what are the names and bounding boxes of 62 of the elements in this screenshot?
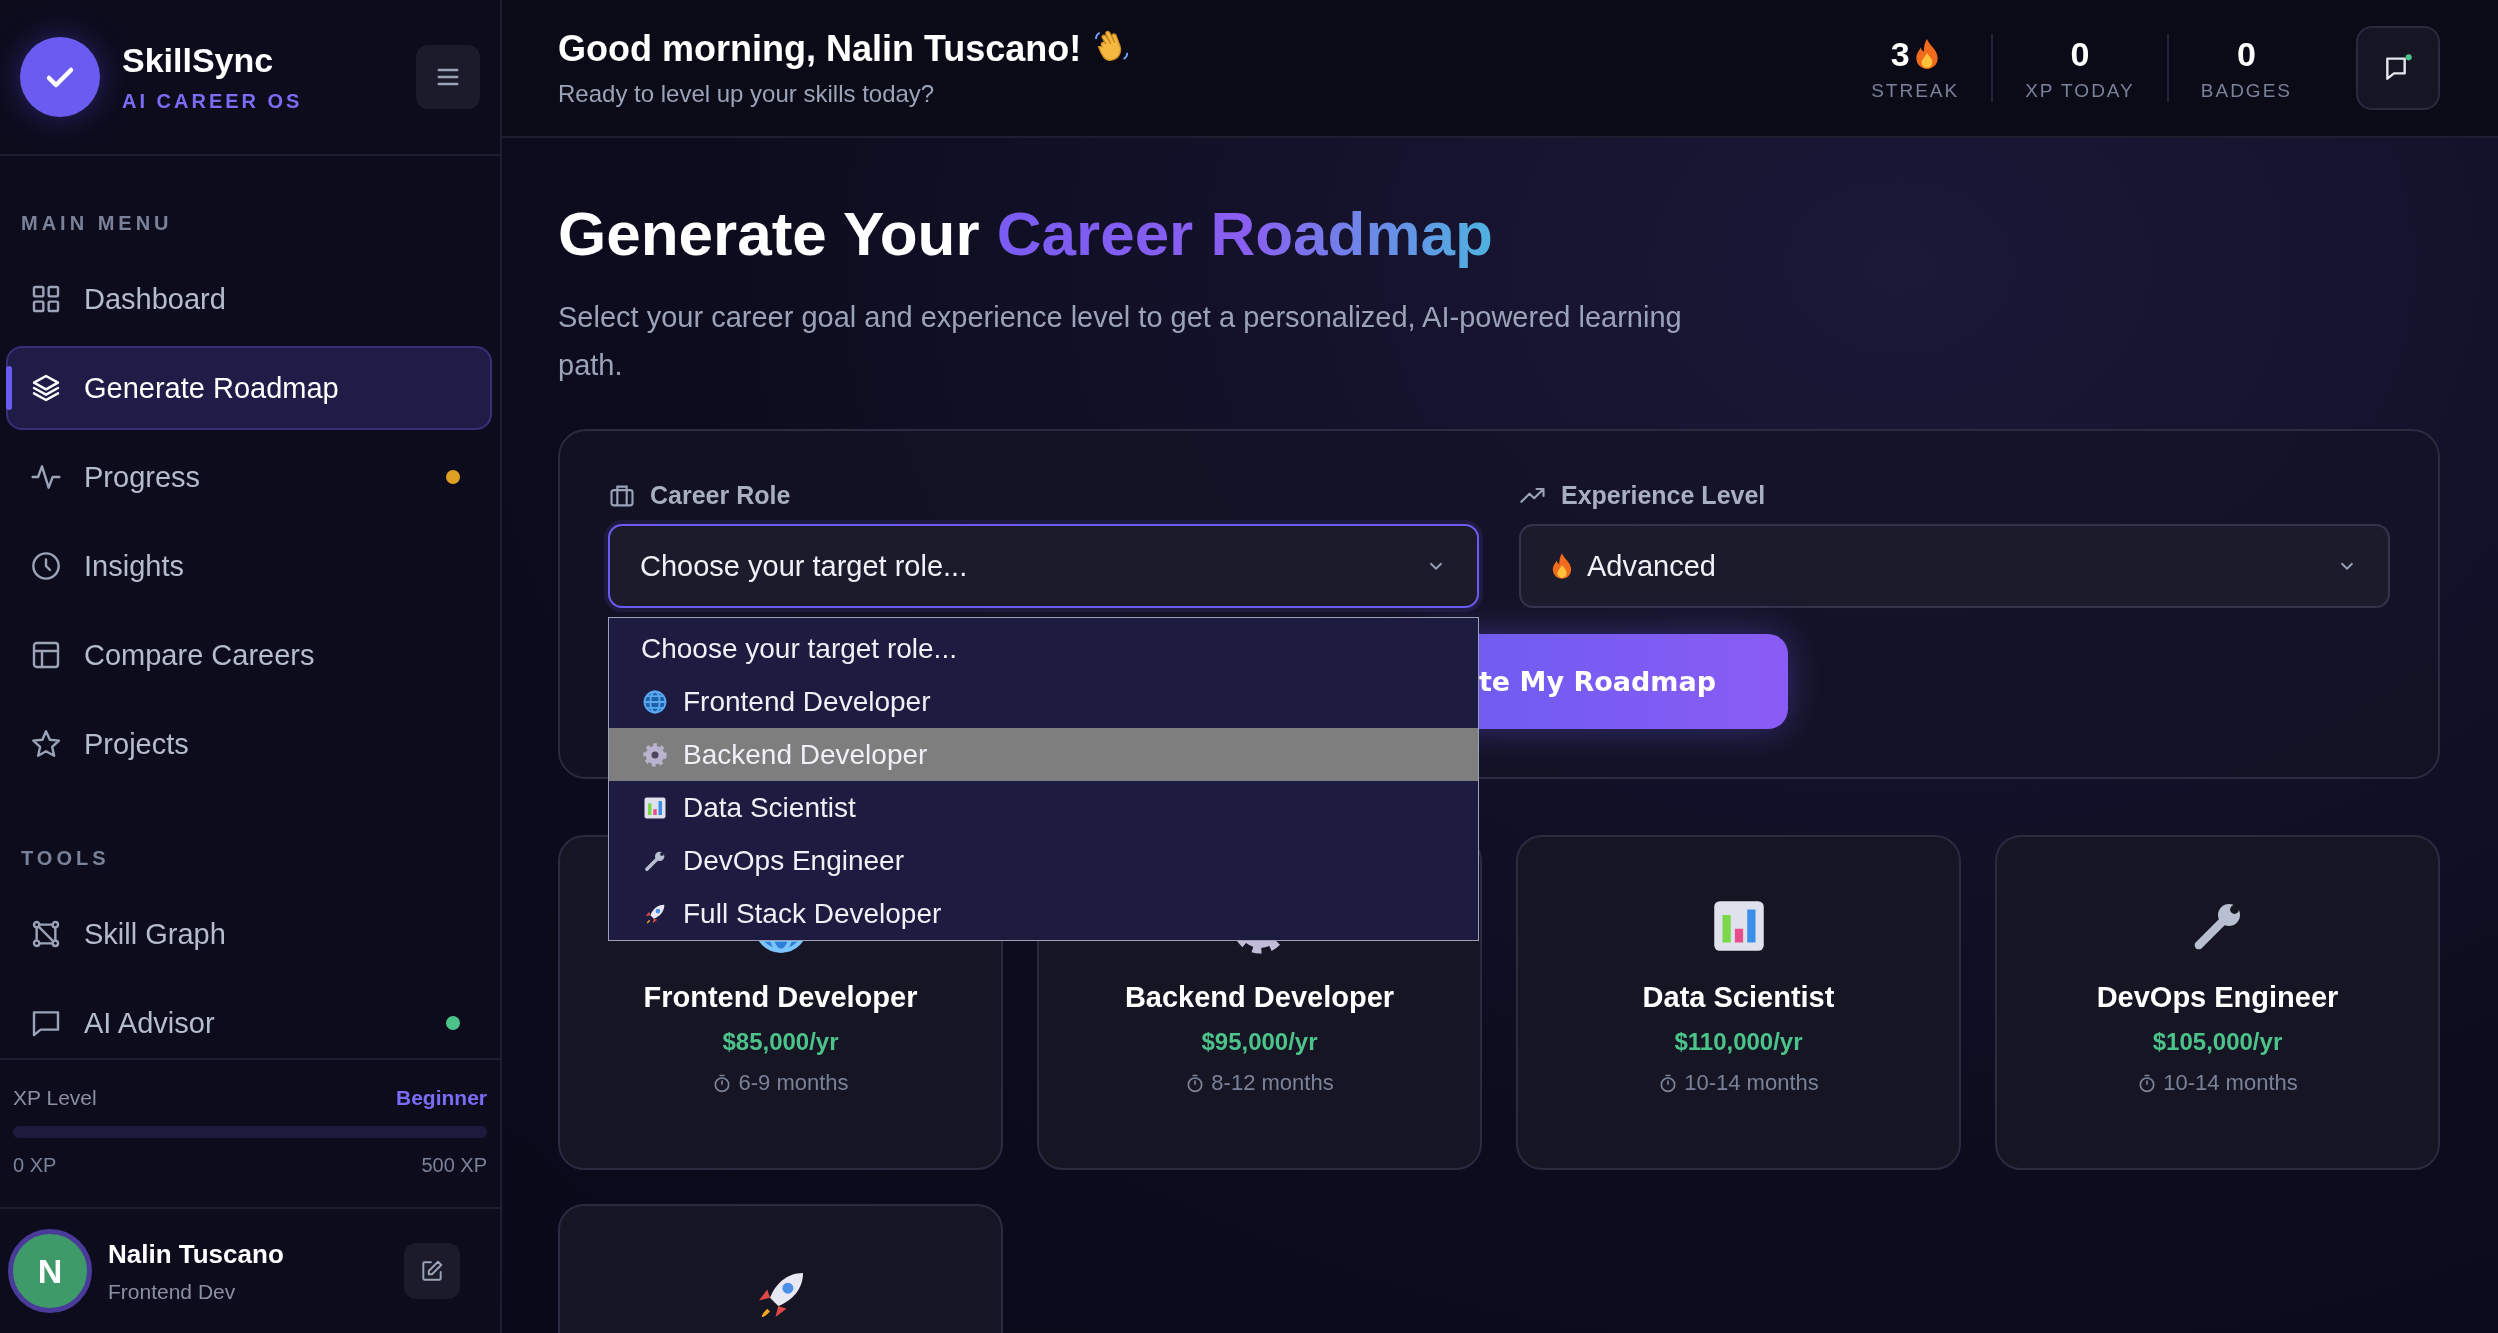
career-card[interactable]: DevOps Engineer $105,000/yr 10-14 months (1995, 835, 2440, 1170)
xp-max: 500 XP (421, 1154, 487, 1177)
stat-value: 0 (2070, 34, 2090, 74)
career-name: Backend Developer (1124, 981, 1395, 1014)
career-name: Data Scientist (1642, 981, 1835, 1014)
greeting-subtitle: Ready to level up your skills today? (558, 80, 936, 108)
xp-min: 0 XP (13, 1154, 57, 1177)
brand-tagline: AI CAREER OS (122, 90, 304, 113)
career-salary: $105,000/yr (2152, 1028, 2283, 1056)
career-card[interactable]: Data Scientist $110,000/yr 10-14 months (1516, 835, 1961, 1170)
gear-icon (641, 740, 669, 769)
greeting: Good morning, Nalin Tuscano! (558, 28, 1082, 70)
xp-label: XP Level (13, 1086, 97, 1110)
table-icon (30, 639, 62, 671)
field-label: Experience Level (1561, 481, 1766, 510)
nav-item[interactable]: Insights (6, 524, 492, 608)
grid-icon (30, 283, 62, 315)
nav-item[interactable]: AI Advisor (6, 981, 492, 1058)
brand-name: SkillSync (122, 41, 275, 80)
nav-item[interactable]: Dashboard (6, 257, 492, 341)
graph-icon (30, 918, 62, 950)
field-label: Career Role (650, 481, 791, 510)
career-duration: 6-9 months (738, 1070, 849, 1096)
stat-value: 0 (2236, 34, 2256, 74)
chat-button[interactable] (2356, 26, 2440, 110)
career-name: DevOps Engineer (2096, 981, 2339, 1014)
career-role-select[interactable]: Choose your target role... (608, 524, 1479, 608)
dropdown-option[interactable]: Backend Developer (609, 728, 1478, 781)
xp-rank: Beginner (396, 1086, 487, 1110)
section-heading: TOOLS (20, 846, 111, 871)
star-icon (30, 728, 62, 760)
section-heading: MAIN MENU (20, 211, 174, 236)
page-description: Select your career goal and experience level to get a personalized, AI-powered learning path. (558, 300, 1683, 383)
flame-icon (1913, 38, 1940, 70)
career-salary: $95,000/yr (1201, 1028, 1318, 1056)
career-duration: 10-14 months (2163, 1070, 2298, 1096)
career-salary: $110,000/yr (1674, 1028, 1803, 1056)
edit-icon (419, 1258, 445, 1284)
career-duration: 10-14 months (1684, 1070, 1819, 1096)
menu-button[interactable] (416, 45, 480, 109)
stat-label: XP TODAY (2025, 80, 2135, 102)
clock-icon (30, 550, 62, 582)
nav-item[interactable]: Projects (6, 702, 492, 786)
nav-item[interactable]: Generate Roadmap (6, 346, 492, 430)
stat-value: 3 (1890, 34, 1910, 74)
stat-label: STREAK (1871, 80, 1960, 102)
nav-item[interactable]: Progress (6, 435, 492, 519)
career-salary: $85,000/yr (722, 1028, 839, 1056)
layers-icon (30, 372, 62, 404)
dropdown-option[interactable]: Data Scientist (609, 781, 1478, 834)
user-role: Frontend Dev (108, 1279, 237, 1304)
avatar: N (8, 1229, 92, 1313)
experience-level-select[interactable]: Advanced (1519, 524, 2390, 608)
edit-button[interactable] (404, 1243, 460, 1299)
career-name: Frontend Developer (643, 981, 918, 1014)
logo-check-icon (20, 37, 100, 117)
flame-icon (1551, 552, 1573, 580)
nav-item[interactable]: Skill Graph (6, 892, 492, 976)
career-duration: 8-12 months (1211, 1070, 1334, 1096)
stat-label: BADGES (2200, 80, 2292, 102)
nav-item[interactable]: Compare Careers (6, 613, 492, 697)
user-name: Nalin Tuscano (108, 1238, 285, 1270)
